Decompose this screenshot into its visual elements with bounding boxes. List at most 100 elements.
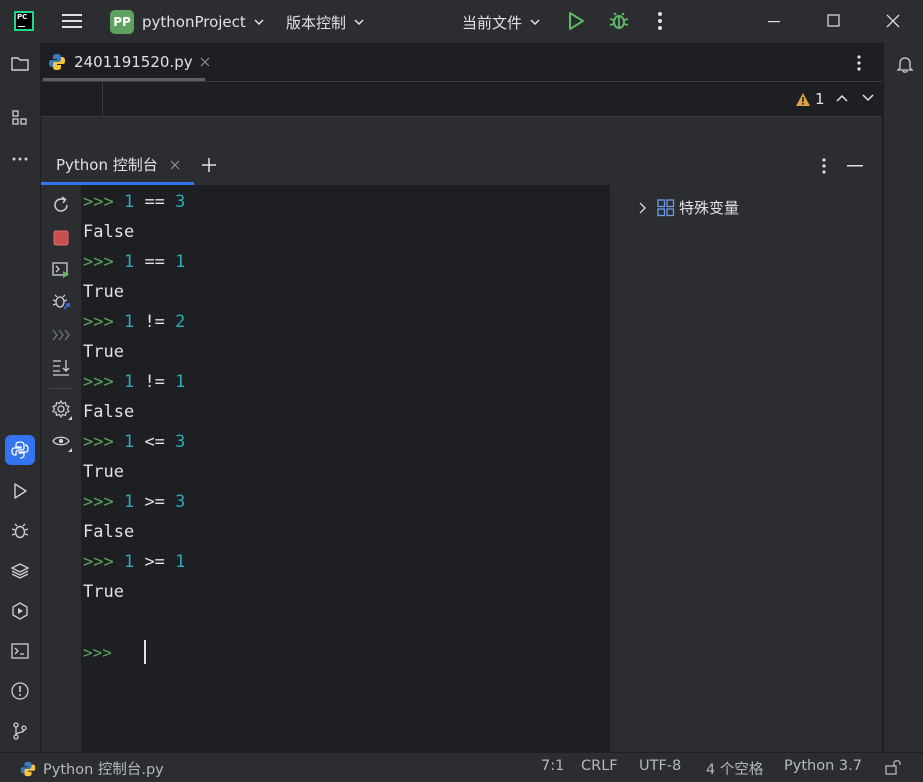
left-tool-stripe	[0, 43, 41, 752]
unlock-icon[interactable]	[885, 759, 901, 775]
console-output-line: False	[83, 522, 135, 542]
more-actions-icon[interactable]	[652, 11, 668, 31]
tool-window-options-icon[interactable]	[816, 157, 832, 175]
notifications-bell-icon[interactable]	[895, 54, 915, 74]
tab-options-icon[interactable]	[851, 54, 867, 72]
chevron-down-icon	[862, 94, 874, 102]
editor-area[interactable]: 1	[41, 82, 882, 117]
new-console-button[interactable]	[201, 157, 217, 173]
console-input-line: >>> 1 == 3	[83, 192, 186, 212]
editor-gutter	[41, 82, 103, 116]
console-input-line: >>> 1 == 1	[83, 252, 186, 272]
console-input-prompt: >>>	[83, 643, 112, 662]
toolbar-separator	[49, 388, 73, 389]
chevron-up-icon	[836, 94, 848, 102]
editor-tab-bar: 2401191520.py	[41, 43, 882, 82]
show-variables-eye-icon[interactable]	[51, 431, 72, 452]
run-config-label: 当前文件	[462, 13, 523, 32]
console-output-line: False	[83, 222, 135, 242]
chevron-down-icon	[354, 19, 364, 25]
structure-icon[interactable]	[10, 108, 30, 128]
minimize-icon	[847, 165, 863, 167]
debug-button[interactable]	[608, 10, 630, 32]
settings-gear-icon[interactable]	[51, 399, 72, 420]
run-tool-icon[interactable]	[10, 481, 30, 501]
pycharm-logo-icon: PC	[14, 11, 34, 31]
interpreter-selector[interactable]: Python 3.7	[784, 758, 862, 774]
project-folder-icon[interactable]	[10, 54, 30, 74]
execute-selection-icon[interactable]	[51, 260, 71, 280]
warning-count: 1	[815, 90, 825, 108]
bug-icon	[609, 12, 629, 29]
scroll-to-end-icon[interactable]	[51, 357, 71, 377]
maximize-button[interactable]	[827, 14, 841, 28]
command-queue-icon[interactable]	[51, 325, 71, 345]
console-input-line: >>> 1 != 2	[83, 312, 186, 332]
console-output-line: True	[83, 282, 124, 302]
debug-tool-icon[interactable]	[10, 521, 30, 541]
caret-position[interactable]: 7:1	[541, 758, 564, 774]
attach-debugger-icon[interactable]	[51, 292, 71, 312]
editor-tab-label: 2401191520.py	[74, 53, 193, 71]
line-separator[interactable]: CRLF	[581, 758, 618, 774]
python-file-icon	[49, 54, 65, 70]
vcs-label: 版本控制	[286, 13, 347, 32]
chevron-down-icon	[530, 19, 540, 25]
python-console-tool-button[interactable]	[5, 435, 35, 465]
panel-divider[interactable]	[41, 117, 882, 147]
next-highlight-button[interactable]	[862, 94, 874, 102]
more-tools-icon[interactable]	[10, 149, 30, 169]
special-variables-label: 特殊变量	[679, 199, 740, 217]
terminal-icon[interactable]	[10, 641, 30, 661]
special-variables-node[interactable]: 特殊变量	[639, 197, 739, 218]
rerun-icon[interactable]	[51, 195, 71, 215]
logo-text: PC	[17, 13, 28, 21]
python-file-icon	[20, 761, 36, 776]
text-cursor	[144, 640, 146, 664]
main-menu-icon[interactable]	[62, 12, 82, 30]
problems-icon[interactable]	[10, 681, 30, 701]
console-toolbar	[41, 185, 82, 752]
console-input-line: >>> 1 <= 3	[83, 432, 186, 452]
project-name: pythonProject	[142, 13, 246, 31]
console-tab[interactable]: Python 控制台	[56, 147, 180, 182]
console-output[interactable]: >>> 1 == 3 False >>> 1 == 1 True >>> 1 !…	[82, 185, 609, 752]
inspection-widget[interactable]: 1	[795, 90, 825, 108]
warning-icon	[796, 92, 810, 106]
tool-window-header: Python 控制台	[41, 147, 882, 185]
close-window-button[interactable]	[886, 14, 900, 28]
hide-tool-window-button[interactable]	[847, 164, 863, 168]
close-icon	[886, 14, 900, 28]
minimize-icon	[768, 21, 780, 23]
status-bar: Python 控制台.py 7:1 CRLF UTF-8 4 个空格 Pytho…	[0, 752, 923, 782]
status-file-name: Python 控制台.py	[43, 762, 164, 778]
services-icon[interactable]	[10, 601, 30, 621]
console-tab-label: Python 控制台	[56, 156, 158, 174]
project-badge: PP	[110, 10, 134, 34]
file-encoding[interactable]: UTF-8	[639, 758, 681, 774]
console-input-line: >>> 1 >= 1	[83, 552, 186, 572]
run-button[interactable]	[566, 11, 586, 31]
minimize-button[interactable]	[767, 14, 781, 28]
console-input-line: >>> 1 >= 3	[83, 492, 186, 512]
status-breadcrumb[interactable]: Python 控制台.py	[19, 758, 164, 779]
layers-icon[interactable]	[10, 561, 30, 581]
plus-icon	[202, 158, 216, 172]
play-icon	[569, 12, 584, 30]
chevron-right-icon	[639, 202, 646, 213]
variables-panel: 特殊变量	[621, 185, 882, 752]
project-widget[interactable]: PP pythonProject	[110, 9, 264, 35]
chevron-down-icon	[254, 19, 264, 25]
indent-setting[interactable]: 4 个空格	[706, 758, 763, 779]
console-output-line: False	[83, 402, 135, 422]
previous-highlight-button[interactable]	[836, 94, 848, 102]
stop-icon[interactable]	[51, 228, 71, 248]
close-tab-icon[interactable]	[170, 160, 180, 170]
right-tool-stripe	[883, 43, 923, 752]
title-bar: PC PP pythonProject 版本控制 当前文件	[0, 0, 923, 44]
vcs-widget[interactable]: 版本控制	[286, 9, 364, 35]
close-tab-icon[interactable]	[200, 57, 210, 67]
run-config-selector[interactable]: 当前文件	[462, 9, 540, 35]
editor-tab[interactable]: 2401191520.py	[45, 43, 210, 81]
git-icon[interactable]	[10, 721, 30, 741]
